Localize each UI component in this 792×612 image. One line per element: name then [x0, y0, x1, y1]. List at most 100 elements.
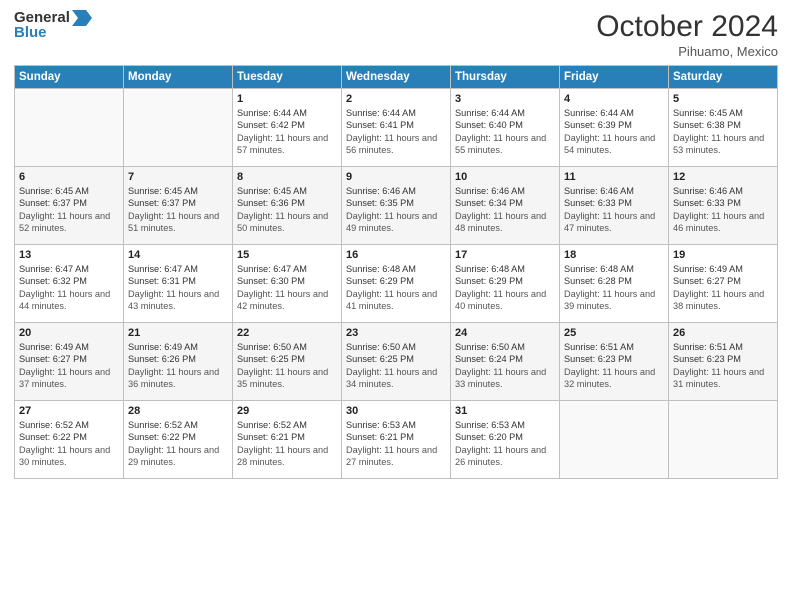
- calendar-cell: [669, 401, 778, 479]
- title-block: October 2024 Pihuamo, Mexico: [596, 10, 778, 59]
- day-number: 19: [673, 249, 773, 261]
- day-info-line: Daylight: 11 hours and 31 minutes.: [673, 366, 773, 391]
- day-info-line: Sunrise: 6:49 AM: [128, 341, 228, 353]
- day-info-line: Sunset: 6:24 PM: [455, 353, 555, 365]
- day-info-line: Sunset: 6:27 PM: [673, 275, 773, 287]
- day-info-line: Daylight: 11 hours and 34 minutes.: [346, 366, 446, 391]
- day-info-line: Daylight: 11 hours and 40 minutes.: [455, 288, 555, 313]
- calendar-cell: 12Sunrise: 6:46 AMSunset: 6:33 PMDayligh…: [669, 167, 778, 245]
- day-info-line: Sunrise: 6:48 AM: [455, 263, 555, 275]
- day-info-line: Daylight: 11 hours and 35 minutes.: [237, 366, 337, 391]
- day-number: 25: [564, 327, 664, 339]
- day-info-line: Daylight: 11 hours and 39 minutes.: [564, 288, 664, 313]
- week-row: 27Sunrise: 6:52 AMSunset: 6:22 PMDayligh…: [15, 401, 778, 479]
- day-info-line: Sunrise: 6:48 AM: [564, 263, 664, 275]
- calendar-cell: 15Sunrise: 6:47 AMSunset: 6:30 PMDayligh…: [233, 245, 342, 323]
- day-info-line: Daylight: 11 hours and 44 minutes.: [19, 288, 119, 313]
- day-info-line: Sunrise: 6:47 AM: [237, 263, 337, 275]
- day-info-line: Sunset: 6:22 PM: [128, 431, 228, 443]
- day-info-line: Sunset: 6:21 PM: [346, 431, 446, 443]
- day-info-line: Sunrise: 6:51 AM: [673, 341, 773, 353]
- day-info-line: Daylight: 11 hours and 43 minutes.: [128, 288, 228, 313]
- weekday-header: Sunday: [15, 66, 124, 89]
- day-info-line: Daylight: 11 hours and 46 minutes.: [673, 210, 773, 235]
- month-title: October 2024: [596, 10, 778, 44]
- location-subtitle: Pihuamo, Mexico: [596, 44, 778, 59]
- calendar-container: General Blue October 2024 Pihuamo, Mexic…: [0, 0, 792, 612]
- weekday-header: Friday: [560, 66, 669, 89]
- day-info-line: Sunset: 6:20 PM: [455, 431, 555, 443]
- day-info-line: Sunset: 6:41 PM: [346, 119, 446, 131]
- day-number: 15: [237, 249, 337, 261]
- day-info-line: Daylight: 11 hours and 29 minutes.: [128, 444, 228, 469]
- day-info-line: Sunset: 6:25 PM: [237, 353, 337, 365]
- day-number: 29: [237, 405, 337, 417]
- weekday-header: Monday: [124, 66, 233, 89]
- calendar-cell: 6Sunrise: 6:45 AMSunset: 6:37 PMDaylight…: [15, 167, 124, 245]
- weekday-header: Saturday: [669, 66, 778, 89]
- day-info-line: Daylight: 11 hours and 48 minutes.: [455, 210, 555, 235]
- day-number: 23: [346, 327, 446, 339]
- day-number: 31: [455, 405, 555, 417]
- day-info-line: Sunset: 6:22 PM: [19, 431, 119, 443]
- day-info-line: Sunset: 6:25 PM: [346, 353, 446, 365]
- day-info-line: Sunset: 6:42 PM: [237, 119, 337, 131]
- day-number: 7: [128, 171, 228, 183]
- calendar-cell: 16Sunrise: 6:48 AMSunset: 6:29 PMDayligh…: [342, 245, 451, 323]
- calendar-cell: 8Sunrise: 6:45 AMSunset: 6:36 PMDaylight…: [233, 167, 342, 245]
- logo: General Blue: [14, 10, 92, 41]
- day-info-line: Sunrise: 6:52 AM: [128, 419, 228, 431]
- day-info-line: Daylight: 11 hours and 26 minutes.: [455, 444, 555, 469]
- day-info-line: Daylight: 11 hours and 57 minutes.: [237, 132, 337, 157]
- calendar-cell: 1Sunrise: 6:44 AMSunset: 6:42 PMDaylight…: [233, 89, 342, 167]
- day-info-line: Sunset: 6:37 PM: [128, 197, 228, 209]
- calendar-cell: 4Sunrise: 6:44 AMSunset: 6:39 PMDaylight…: [560, 89, 669, 167]
- calendar-cell: 13 Sunrise: 6:47 AMSunset: 6:32 PMDayligh…: [15, 245, 124, 323]
- day-info-line: Sunrise: 6:49 AM: [19, 341, 119, 353]
- day-info-line: Sunrise: 6:46 AM: [564, 185, 664, 197]
- calendar-cell: 28Sunrise: 6:52 AMSunset: 6:22 PMDayligh…: [124, 401, 233, 479]
- day-info-line: Sunrise: 6:52 AM: [237, 419, 337, 431]
- day-info-line: Sunrise: 6:50 AM: [455, 341, 555, 353]
- day-info-line: Sunrise: 6:44 AM: [564, 107, 664, 119]
- day-info-line: Sunrise: 6:53 AM: [455, 419, 555, 431]
- week-row: 20Sunrise: 6:49 AMSunset: 6:27 PMDayligh…: [15, 323, 778, 401]
- day-number: 12: [673, 171, 773, 183]
- day-info-line: Daylight: 11 hours and 37 minutes.: [19, 366, 119, 391]
- calendar-cell: [15, 89, 124, 167]
- calendar-cell: 10Sunrise: 6:46 AMSunset: 6:34 PMDayligh…: [451, 167, 560, 245]
- day-info-line: Sunrise: 6:48 AM: [346, 263, 446, 275]
- day-info-line: Sunrise: 6:51 AM: [564, 341, 664, 353]
- day-info-line: Sunset: 6:29 PM: [346, 275, 446, 287]
- calendar-cell: 24Sunrise: 6:50 AMSunset: 6:24 PMDayligh…: [451, 323, 560, 401]
- week-row: 13Sunrise: 6:47 AMSunset: 6:32 PMDayligh…: [15, 245, 778, 323]
- day-info-line: Daylight: 11 hours and 56 minutes.: [346, 132, 446, 157]
- calendar-cell: 21Sunrise: 6:49 AMSunset: 6:26 PMDayligh…: [124, 323, 233, 401]
- calendar-cell: 11Sunrise: 6:46 AMSunset: 6:33 PMDayligh…: [560, 167, 669, 245]
- day-info-line: Daylight: 11 hours and 27 minutes.: [346, 444, 446, 469]
- day-info-line: Sunrise: 6:45 AM: [19, 185, 119, 197]
- day-info-line: Sunset: 6:23 PM: [673, 353, 773, 365]
- day-info-line: Sunrise: 6:50 AM: [237, 341, 337, 353]
- day-number: 8: [237, 171, 337, 183]
- day-info-line: Daylight: 11 hours and 36 minutes.: [128, 366, 228, 391]
- day-info-line: Daylight: 11 hours and 32 minutes.: [564, 366, 664, 391]
- day-info-line: Sunrise: 6:45 AM: [673, 107, 773, 119]
- day-info-line: Sunrise: 6:47 AM: [19, 263, 119, 275]
- calendar-cell: 7Sunrise: 6:45 AMSunset: 6:37 PMDaylight…: [124, 167, 233, 245]
- logo-chevron-icon: [72, 10, 92, 26]
- day-info-line: Sunset: 6:38 PM: [673, 119, 773, 131]
- calendar-cell: 18Sunrise: 6:48 AMSunset: 6:28 PMDayligh…: [560, 245, 669, 323]
- day-info-line: Sunset: 6:32 PM: [19, 275, 119, 287]
- day-info-line: Daylight: 11 hours and 41 minutes.: [346, 288, 446, 313]
- day-info-line: Sunset: 6:26 PM: [128, 353, 228, 365]
- calendar-cell: 19Sunrise: 6:49 AMSunset: 6:27 PMDayligh…: [669, 245, 778, 323]
- day-number: 13: [19, 249, 119, 261]
- day-number: 11: [564, 171, 664, 183]
- calendar-cell: [124, 89, 233, 167]
- day-info-line: Sunrise: 6:53 AM: [346, 419, 446, 431]
- day-info-line: Daylight: 11 hours and 42 minutes.: [237, 288, 337, 313]
- week-row: 6Sunrise: 6:45 AMSunset: 6:37 PMDaylight…: [15, 167, 778, 245]
- header: General Blue October 2024 Pihuamo, Mexic…: [14, 10, 778, 59]
- day-info-line: Sunset: 6:40 PM: [455, 119, 555, 131]
